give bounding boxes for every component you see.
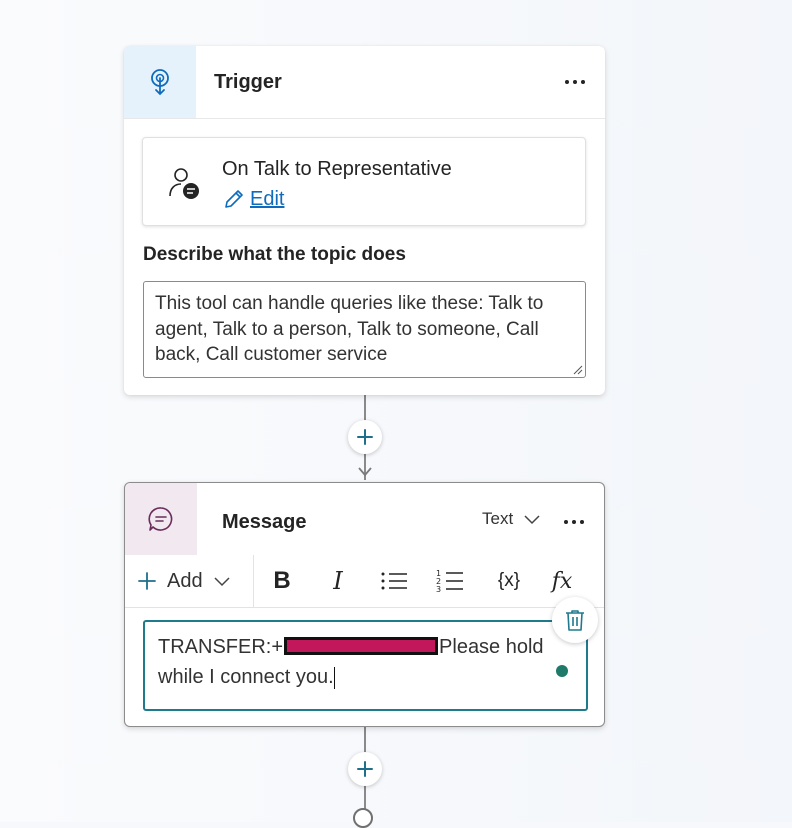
message-type-dropdown[interactable]: Text [482,509,541,529]
description-label: Describe what the topic does [143,244,406,265]
chat-bubble-icon [148,507,173,531]
pencil-icon [225,190,243,208]
message-icon-tile [125,483,197,555]
toolbar-divider [253,555,254,607]
edit-link[interactable]: Edit [222,187,284,211]
card-title: Trigger [214,71,282,93]
resize-handle-icon[interactable] [573,365,583,375]
chevron-down-icon [214,577,230,587]
chevron-down-icon [524,515,540,525]
message-toolbar: Add B I 1 2 3 {x} fx [125,555,604,608]
delete-message-button[interactable] [552,597,598,643]
trigger-icon-tile [124,46,196,118]
bullet-list-icon [381,572,407,590]
topic-name: On Talk to Representative [222,158,452,180]
plus-icon [138,572,156,590]
redacted-phone-number [284,636,439,655]
insert-variable-button[interactable]: {x} [489,565,529,597]
message-text-editor[interactable]: TRANSFER:+ Please hold while I connect yo… [143,620,588,711]
status-dot [556,665,568,677]
text-cursor [333,666,336,689]
bold-icon: B [273,567,291,594]
add-label: Add [167,569,203,592]
trash-icon [566,610,584,631]
numbered-list-icon: 1 2 3 [436,569,463,594]
bullet-list-button[interactable] [377,565,411,597]
insert-formula-button[interactable]: fx [545,565,579,597]
plus-icon [357,429,373,445]
add-node-button[interactable] [348,420,382,454]
message-type-value: Text [482,509,514,528]
more-options-icon[interactable] [564,512,588,532]
svg-text:3: 3 [436,585,441,594]
trigger-card[interactable]: Trigger On Talk to Representative Edit D… [124,46,605,395]
add-node-button[interactable] [348,752,382,786]
more-options-icon[interactable] [565,72,589,92]
description-text: This tool can handle queries like these:… [155,293,544,365]
italic-button[interactable]: I [321,565,355,597]
trigger-pin-icon [151,69,169,96]
message-card-header: Message Text [125,483,604,556]
arrow-down-icon [358,467,372,477]
message-text-prefix: TRANSFER:+ [158,636,284,658]
person-chat-icon [169,168,199,199]
formula-icon: fx [551,568,573,594]
bold-button[interactable]: B [265,565,299,597]
end-node[interactable] [353,808,373,828]
italic-icon: I [333,567,343,595]
add-button[interactable]: Add [137,565,231,597]
plus-icon [357,761,373,777]
edit-label: Edit [250,187,285,210]
trigger-card-header: Trigger [124,46,605,119]
card-title: Message [222,511,307,533]
description-textarea[interactable]: This tool can handle queries like these:… [143,281,586,378]
message-card[interactable]: Message Text Add B I 1 2 3 {x} fx TRANSF… [124,482,605,727]
topic-trigger-box: On Talk to Representative Edit [142,137,586,226]
numbered-list-button[interactable]: 1 2 3 [433,565,467,597]
variable-icon: {x} [497,570,521,591]
